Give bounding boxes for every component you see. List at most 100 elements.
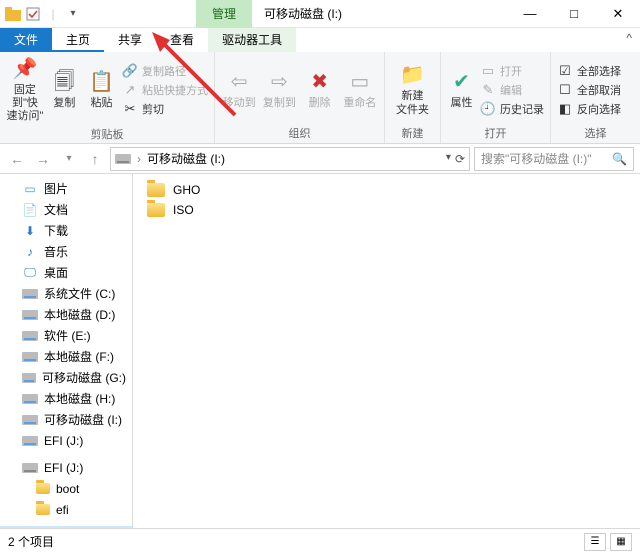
- tree-item[interactable]: 系统文件 (C:): [0, 283, 132, 304]
- qat-dropdown-icon[interactable]: ▾: [64, 3, 82, 25]
- content-pane[interactable]: GHO ISO: [133, 174, 640, 528]
- music-icon: ♪: [22, 244, 38, 260]
- paste-icon: 📋: [88, 69, 114, 95]
- tab-share[interactable]: 共享: [104, 28, 156, 52]
- invert-icon: ◧: [557, 101, 573, 117]
- drive-icon: [115, 154, 131, 164]
- tree-item[interactable]: ⬇下载: [0, 220, 132, 241]
- tree-item[interactable]: 🖵 桌面: [0, 262, 132, 283]
- tree-item[interactable]: 本地磁盘 (H:): [0, 388, 132, 409]
- tab-file[interactable]: 文件: [0, 28, 52, 52]
- select-all-button[interactable]: ☑全部选择: [557, 63, 621, 79]
- folder-icon[interactable]: [4, 3, 22, 25]
- breadcrumb-sep: ›: [137, 152, 141, 166]
- pictures-icon: ▭: [22, 181, 38, 197]
- group-label: 打开: [447, 123, 544, 141]
- close-button[interactable]: ✕: [596, 0, 640, 28]
- details-view-button[interactable]: ☰: [584, 533, 606, 551]
- usb-drive-icon: [22, 463, 38, 473]
- select-all-icon: ☑: [557, 63, 573, 79]
- tree-item[interactable]: EFI (J:): [0, 457, 132, 478]
- tree-item[interactable]: 本地磁盘 (F:): [0, 346, 132, 367]
- documents-icon: 📄: [22, 202, 38, 218]
- tree-item[interactable]: EFI (J:): [0, 430, 132, 451]
- pin-button[interactable]: 📌 固定到"快 速访问": [6, 56, 44, 124]
- navigation-pane[interactable]: ▭图片📄文档⬇下载♪音乐 🖵 桌面系统文件 (C:) 本地磁盘 (D:)软件 (E:)…: [0, 174, 133, 528]
- tree-item-label: boot: [56, 482, 79, 496]
- window-title: 可移动磁盘 (I:): [252, 5, 354, 22]
- tree-item[interactable]: 📄文档: [0, 199, 132, 220]
- copy-path-button[interactable]: 🔗复制路径: [122, 63, 208, 79]
- tree-item[interactable]: 本地磁盘 (D:): [0, 304, 132, 325]
- recent-locations-button[interactable]: ▾: [58, 147, 80, 171]
- delete-icon: ✖: [307, 69, 333, 95]
- search-icon: 🔍: [612, 152, 627, 166]
- edit-icon: ✎: [480, 82, 496, 98]
- cut-button[interactable]: ✂剪切: [122, 101, 208, 117]
- desktop-icon: 🖵: [22, 265, 38, 281]
- copy-button[interactable]: 🗐 复制: [48, 56, 81, 124]
- tab-view[interactable]: 查看: [156, 28, 208, 52]
- tree-item-label: 系统文件 (C:): [44, 285, 115, 302]
- tree-item[interactable]: 软件 (E:): [0, 325, 132, 346]
- new-folder-button[interactable]: 📁新建 文件夹: [391, 56, 434, 123]
- pin-icon: 📌: [12, 56, 38, 82]
- folder-icon: [36, 504, 50, 515]
- tree-item[interactable]: 可移动磁盘 (I:): [0, 409, 132, 430]
- refresh-icon[interactable]: ⟳: [455, 152, 465, 166]
- copy-icon: 🗐: [51, 69, 77, 95]
- folder-icon: [36, 483, 50, 494]
- minimize-button[interactable]: —: [508, 0, 552, 28]
- tree-item-label: 本地磁盘 (F:): [44, 348, 114, 365]
- ribbon-collapse-icon[interactable]: ^: [618, 28, 640, 52]
- drive-icon: [22, 415, 38, 425]
- maximize-button[interactable]: □: [552, 0, 596, 28]
- ribbon: 📌 固定到"快 速访问" 🗐 复制 📋 粘贴 🔗复制路径 ↗粘贴快捷方式 ✂剪切…: [0, 52, 640, 144]
- search-box[interactable]: 搜索"可移动磁盘 (I:)" 🔍: [474, 147, 634, 171]
- up-button[interactable]: ↑: [84, 147, 106, 171]
- open-button[interactable]: ▭打开: [480, 63, 544, 79]
- paste-shortcut-button[interactable]: ↗粘贴快捷方式: [122, 82, 208, 98]
- back-button[interactable]: ←: [6, 147, 28, 171]
- group-label: 组织: [221, 123, 378, 141]
- divider: |: [44, 3, 62, 25]
- history-button[interactable]: 🕘历史记录: [480, 101, 544, 117]
- tree-item-label: 桌面: [44, 264, 68, 281]
- scissors-icon: ✂: [122, 101, 138, 117]
- folder-item[interactable]: GHO: [143, 180, 630, 200]
- copy-to-button[interactable]: ⇨复制到: [261, 56, 297, 123]
- tab-home[interactable]: 主页: [52, 28, 104, 52]
- checkbox-icon[interactable]: [24, 3, 42, 25]
- forward-button[interactable]: →: [32, 147, 54, 171]
- ribbon-tabs: 文件 主页 共享 查看 驱动器工具 ^: [0, 28, 640, 52]
- move-to-button[interactable]: ⇦移动到: [221, 56, 257, 123]
- drive-icon: [22, 352, 38, 362]
- tree-item-label: EFI (J:): [44, 461, 83, 475]
- properties-button[interactable]: ✔属性: [447, 56, 476, 123]
- edit-button[interactable]: ✎编辑: [480, 82, 544, 98]
- paste-button[interactable]: 📋 粘贴: [85, 56, 118, 124]
- folder-label: GHO: [173, 183, 200, 197]
- select-none-button[interactable]: ☐全部取消: [557, 82, 621, 98]
- invert-selection-button[interactable]: ◧反向选择: [557, 101, 621, 117]
- tree-item[interactable]: boot: [0, 478, 132, 499]
- main-split: ▭图片📄文档⬇下载♪音乐 🖵 桌面系统文件 (C:) 本地磁盘 (D:)软件 (E:)…: [0, 174, 640, 528]
- tree-item[interactable]: 可移动磁盘 (I:): [0, 526, 132, 528]
- group-clipboard: 📌 固定到"快 速访问" 🗐 复制 📋 粘贴 🔗复制路径 ↗粘贴快捷方式 ✂剪切…: [0, 52, 215, 143]
- address-bar[interactable]: › 可移动磁盘 (I:) ▾ ⟳: [110, 147, 470, 171]
- select-none-icon: ☐: [557, 82, 573, 98]
- tab-drive-tools[interactable]: 驱动器工具: [208, 28, 296, 52]
- address-dropdown-icon[interactable]: ▾: [446, 152, 451, 166]
- drive-icon: [22, 331, 38, 341]
- group-select: ☑全部选择 ☐全部取消 ◧反向选择 选择: [551, 52, 640, 143]
- breadcrumb-item[interactable]: 可移动磁盘 (I:): [147, 150, 225, 167]
- folder-item[interactable]: ISO: [143, 200, 630, 220]
- tree-item[interactable]: 可移动磁盘 (G:): [0, 367, 132, 388]
- tree-item[interactable]: ▭图片: [0, 178, 132, 199]
- tree-item[interactable]: efi: [0, 499, 132, 520]
- icons-view-button[interactable]: ▦: [610, 533, 632, 551]
- downloads-icon: ⬇: [22, 223, 38, 239]
- rename-button[interactable]: ▭重命名: [342, 56, 378, 123]
- tree-item[interactable]: ♪音乐: [0, 241, 132, 262]
- delete-button[interactable]: ✖删除: [302, 56, 338, 123]
